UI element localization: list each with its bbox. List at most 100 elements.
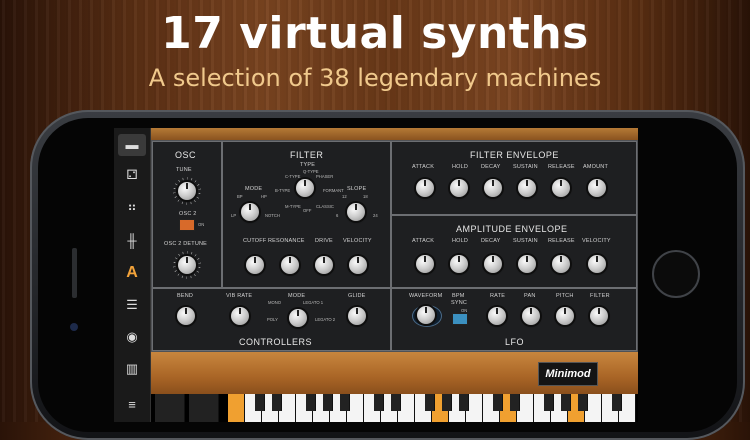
glide-knob[interactable] [348,307,366,325]
osc2-label: OSC 2 [179,211,197,217]
keyboard-preset-icon[interactable]: ▬ [118,134,146,156]
osc2-toggle[interactable] [179,219,195,231]
piano-key[interactable] [228,394,245,422]
fenv-attack-knob[interactable] [416,179,434,197]
aenv-velocity-label: VELOCITY [582,238,611,244]
fenv-amount-label: AMOUNT [583,164,609,170]
type-opt-ctype: C-TYPE [285,174,301,179]
list-icon[interactable]: ≡ [118,394,146,416]
phone-side-button [72,248,77,298]
mixer-sliders-icon[interactable]: ╫ [118,230,146,252]
osc2-detune-label: OSC 2 DETUNE [164,241,208,247]
dice-icon[interactable]: ⚁ [118,164,146,186]
piano-black-key[interactable] [425,394,435,411]
piano-black-key[interactable] [612,394,622,411]
aenv-release-knob[interactable] [552,255,570,273]
aenv-sustain-knob[interactable] [518,255,536,273]
lfo-waveform-knob[interactable] [417,306,435,324]
mod-wheel[interactable] [189,394,219,422]
fenv-attack-label: ATTACK [412,164,435,170]
osc-title: OSC [175,150,197,160]
fenv-sustain-label: SUSTAIN [513,164,538,170]
drive-knob[interactable] [315,256,333,274]
piano-black-key[interactable] [306,394,316,411]
aenv-decay-knob[interactable] [484,255,502,273]
drive-label: DRIVE [315,238,333,244]
aenv-release-label: RELEASE [548,238,575,244]
piano-black-key[interactable] [391,394,401,411]
aenv-velocity-knob[interactable] [588,255,606,273]
osc2-detune-knob[interactable] [178,256,196,274]
ctrl-mode-opt-legato2: LEGATO 2 [315,317,336,322]
filter-mode-label: MODE [245,186,263,192]
piano-black-key[interactable] [578,394,588,411]
type-opt-off: OFF [303,208,312,213]
synth-panel: OSC TUNE OSC 2 ON OSC 2 DETUNE FILTER TY… [151,140,638,352]
cutoff-knob[interactable] [246,256,264,274]
app-screen: ▬ ⚁ ⠶ ╫ A ☰ ◉ ▥ ≡ OSC TUNE OSC 2 ON OSC … [114,128,638,422]
fenv-release-knob[interactable] [552,179,570,197]
piano-black-key[interactable] [544,394,554,411]
aenv-decay-label: DECAY [481,238,501,244]
lfo-sync-label: SYNC [451,300,468,306]
bpm-sync-toggle[interactable] [452,313,468,325]
lfo-filter-knob[interactable] [590,307,608,325]
piano-black-key[interactable] [272,394,282,411]
piano-icon[interactable]: ▥ [118,358,146,380]
tune-knob[interactable] [178,182,196,200]
fenv-decay-knob[interactable] [484,179,502,197]
cutoff-label: CUTOFF [243,238,267,244]
aenv-attack-label: ATTACK [412,238,435,244]
aenv-attack-knob[interactable] [416,255,434,273]
sequencer-icon[interactable]: ⠶ [118,196,146,218]
fenv-sustain-knob[interactable] [518,179,536,197]
piano-black-key[interactable] [459,394,469,411]
piano-black-key[interactable] [255,394,265,411]
piano-black-key[interactable] [510,394,520,411]
filter-mode-knob[interactable] [241,203,259,221]
filter-type-label: TYPE [300,162,316,168]
osc2-on-label: ON [198,222,205,227]
menu-lines-icon[interactable]: ☰ [118,294,146,316]
ctrl-mode-opt-mono: MONO [268,300,282,305]
type-opt-classic: CLASSIC [316,204,334,209]
resonance-knob[interactable] [281,256,299,274]
piano-black-key[interactable] [323,394,333,411]
piano-black-key[interactable] [561,394,571,411]
piano-black-key[interactable] [442,394,452,411]
lfo-section: WAVEFORM BPM SYNC RATE PAN PITCH FILTER … [391,288,637,351]
slope-opt-18: 18 [363,194,368,199]
mode-opt-bp: BP [237,194,243,199]
sidebar: ▬ ⚁ ⠶ ╫ A ☰ ◉ ▥ ≡ [114,128,151,422]
piano-black-key[interactable] [493,394,503,411]
lfo-pan-knob[interactable] [522,307,540,325]
osc-section: OSC TUNE OSC 2 ON OSC 2 DETUNE [152,141,222,288]
type-opt-mtype: M-TYPE [285,204,301,209]
aenv-hold-knob[interactable] [450,255,468,273]
piano-black-key[interactable] [374,394,384,411]
bend-knob[interactable] [177,307,195,325]
pitch-wheel[interactable] [155,394,185,422]
controllers-mode-knob[interactable] [289,309,307,327]
fenv-release-label: RELEASE [548,164,575,170]
aenv-sustain-label: SUSTAIN [513,238,538,244]
filter-velocity-knob[interactable] [349,256,367,274]
filter-slope-knob[interactable] [347,203,365,221]
filter-type-knob[interactable] [296,179,314,197]
lfo-pitch-knob[interactable] [556,307,574,325]
slope-opt-12: 12 [342,194,347,199]
vib-rate-knob[interactable] [231,307,249,325]
lfo-rate-knob[interactable] [488,307,506,325]
fenv-hold-knob[interactable] [450,179,468,197]
piano-black-key[interactable] [340,394,350,411]
fenv-amount-knob[interactable] [588,179,606,197]
arpeggiator-icon[interactable]: A [118,262,146,284]
lfo-waveform-label: WAVEFORM [409,293,443,299]
resonance-label: RESONANCE [268,238,305,244]
filter-velocity-label: VELOCITY [343,238,372,244]
lfo-pan-label: PAN [524,293,536,299]
effects-knob-icon[interactable]: ◉ [118,326,146,348]
filter-title: FILTER [290,150,324,160]
lfo-bpm-label: BPM [452,293,465,299]
fenv-hold-label: HOLD [452,164,469,170]
